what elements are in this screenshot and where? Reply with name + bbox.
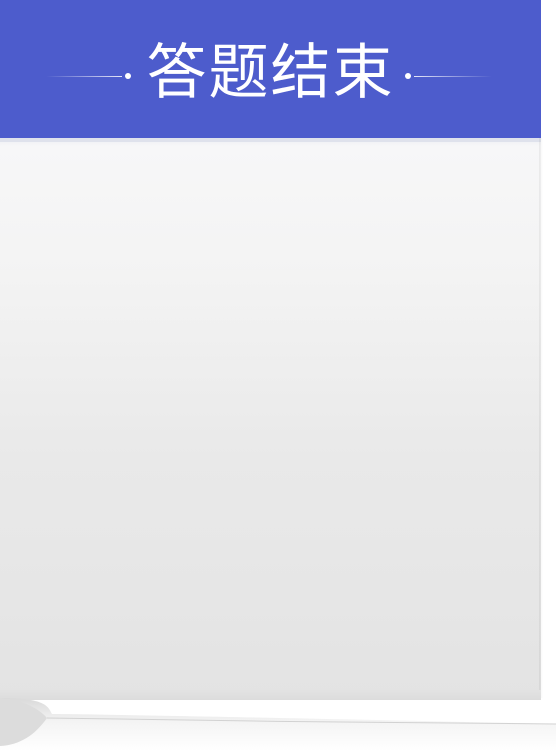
- page-title: 答题结束: [146, 38, 395, 108]
- sheet-bottom-area: [0, 690, 541, 700]
- right-decoration-line: [414, 76, 492, 77]
- header-banner: 答题结束: [0, 0, 541, 138]
- right-decoration-dot: [405, 73, 411, 79]
- sheet-edge-shadow: [539, 138, 543, 698]
- result-paper-sheet: [0, 138, 541, 698]
- result-page: 答题结束: [0, 0, 556, 751]
- title-row: 答题结束: [0, 0, 541, 138]
- curl-surface: [0, 698, 556, 751]
- paper-curl: [0, 690, 556, 751]
